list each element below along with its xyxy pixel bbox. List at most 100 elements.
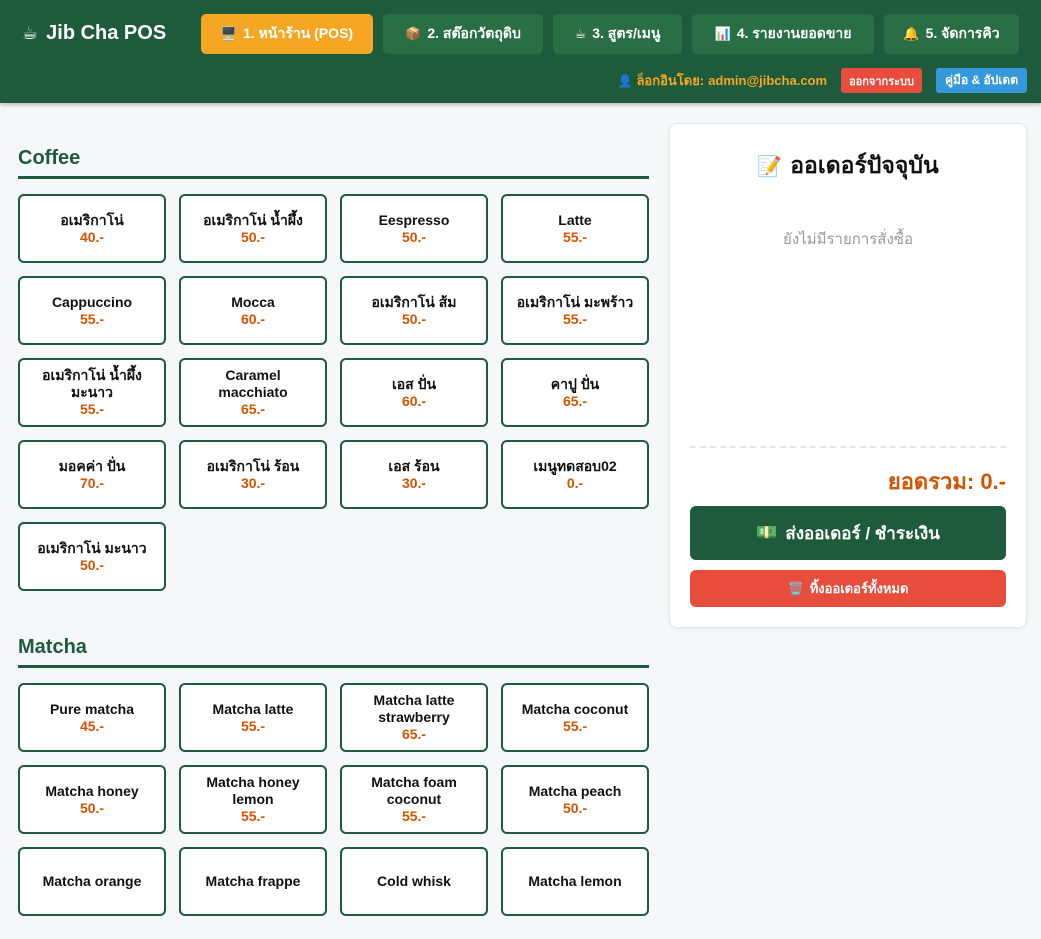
menu-item-price: 70.- bbox=[79, 474, 105, 491]
menu-item-name: อเมริกาโน่ น้ำผึ้ง มะนาว bbox=[42, 367, 142, 400]
brand[interactable]: ☕ Jib Cha POS bbox=[22, 22, 166, 45]
menu-area: Coffee อเมริกาโน่ 40.- อเมริกาโน่ น้ำผึ้ง 5… bbox=[18, 130, 649, 939]
menu-item-name: Matcha lemon bbox=[528, 873, 622, 889]
menu-item-name: อเมริกาโน่ มะนาว bbox=[37, 539, 147, 556]
menu-item-price: 0.- bbox=[566, 474, 584, 491]
menu-item-price: 55.- bbox=[79, 401, 105, 417]
menu-item-name: Matcha honey lemon bbox=[206, 774, 300, 807]
menu-item-card[interactable]: Matcha lemon bbox=[501, 847, 649, 916]
menu-item-card[interactable]: Matcha coconut 55.- bbox=[501, 683, 649, 752]
nav-pos[interactable]: 🖥️ 1. หน้าร้าน (POS) bbox=[201, 14, 373, 54]
menu-item-name: Matcha frappe bbox=[205, 873, 301, 889]
menu-item-price: 30.- bbox=[401, 474, 427, 491]
menu-item-price: 30.- bbox=[240, 474, 266, 491]
menu-item-price: 60.- bbox=[401, 392, 427, 409]
menu-item-card[interactable]: อเมริกาโน่ ร้อน 30.- bbox=[179, 440, 327, 509]
menu-item-card[interactable]: Matcha peach 50.- bbox=[501, 765, 649, 834]
menu-item-card[interactable]: อเมริกาโน่ ส้ม 50.- bbox=[340, 276, 488, 345]
menu-item-name: คาปู ปั่น bbox=[550, 375, 600, 392]
user-icon: 👤 bbox=[617, 73, 633, 88]
menu-item-card[interactable]: คาปู ปั่น 65.- bbox=[501, 358, 649, 427]
nav-label: 4. รายงานยอดขาย bbox=[736, 25, 852, 41]
brand-title: Jib Cha POS bbox=[46, 22, 167, 44]
menu-item-price: 65.- bbox=[240, 401, 266, 417]
menu-item-card[interactable]: Cold whisk bbox=[340, 847, 488, 916]
menu-item-card[interactable]: เมนูทดสอบ02 0.- bbox=[501, 440, 649, 509]
menu-item-name: Matcha coconut bbox=[521, 700, 629, 717]
menu-item-card[interactable]: Matcha frappe bbox=[179, 847, 327, 916]
menu-item-card[interactable]: อเมริกาโน่ มะพร้าว 55.- bbox=[501, 276, 649, 345]
nav-reports[interactable]: 📊 4. รายงานยอดขาย bbox=[692, 14, 874, 54]
menu-item-card[interactable]: เอส ร้อน 30.- bbox=[340, 440, 488, 509]
menu-item-name: Matcha foam coconut bbox=[371, 774, 457, 807]
bell-icon: 🔔 bbox=[903, 26, 920, 41]
order-total: ยอดรวม: 0.- bbox=[887, 469, 1006, 494]
top-navbar: ☕ Jib Cha POS 🖥️ 1. หน้าร้าน (POS) 📦 2. … bbox=[0, 0, 1041, 103]
menu-item-name: Caramel macchiato bbox=[218, 367, 288, 400]
menu-item-price: 55.- bbox=[562, 717, 588, 734]
coffee-icon: ☕ bbox=[574, 26, 587, 41]
menu-item-price: 40.- bbox=[79, 228, 105, 245]
menu-grid: อเมริกาโน่ 40.- อเมริกาโน่ น้ำผึ้ง 50.- Eesp… bbox=[18, 194, 649, 591]
menu-item-name: Latte bbox=[558, 211, 592, 228]
menu-item-card[interactable]: อเมริกาโน่ 40.- bbox=[18, 194, 166, 263]
menu-item-card[interactable]: อเมริกาโน่ มะนาว 50.- bbox=[18, 522, 166, 591]
divider bbox=[690, 446, 1006, 448]
money-icon: 💵 bbox=[756, 523, 778, 542]
menu-item-price: 55.- bbox=[562, 228, 588, 245]
logout-button[interactable]: ออกจากระบบ bbox=[841, 68, 922, 93]
menu-item-card[interactable]: Matcha honey 50.- bbox=[18, 765, 166, 834]
checkout-button[interactable]: 💵 ส่งออเดอร์ / ชำระเงิน bbox=[690, 506, 1006, 560]
menu-item-card[interactable]: อเมริกาโน่ น้ำผึ้ง มะนาว 55.- bbox=[18, 358, 166, 427]
menu-item-card[interactable]: Matcha honey lemon 55.- bbox=[179, 765, 327, 834]
trash-icon: 🗑️ bbox=[787, 580, 804, 596]
menu-item-price: 50.- bbox=[401, 310, 427, 327]
bar-chart-icon: 📊 bbox=[714, 26, 731, 41]
menu-item-name: เอส ร้อน bbox=[388, 457, 440, 474]
menu-item-card[interactable]: Eespresso 50.- bbox=[340, 194, 488, 263]
menu-item-card[interactable]: Cappuccino 55.- bbox=[18, 276, 166, 345]
menu-item-name: อเมริกาโน่ มะพร้าว bbox=[516, 293, 634, 310]
login-email: admin@jibcha.com bbox=[708, 73, 828, 88]
menu-item-card[interactable]: อเมริกาโน่ น้ำผึ้ง 50.- bbox=[179, 194, 327, 263]
menu-grid: Pure matcha 45.- Matcha latte 55.- Matcha la… bbox=[18, 683, 649, 916]
manual-button[interactable]: คู่มือ & อัปเดต bbox=[936, 68, 1027, 93]
nav-queue[interactable]: 🔔 5. จัดการคิว bbox=[884, 14, 1019, 54]
nav-recipes[interactable]: ☕ 3. สูตร/เมนู bbox=[553, 14, 682, 54]
menu-item-price: 55.- bbox=[562, 310, 588, 327]
category-section: Matcha Pure matcha 45.- Matcha latte 55.- Ma… bbox=[18, 619, 649, 916]
menu-item-name: อเมริกาโน่ น้ำผึ้ง bbox=[203, 211, 303, 228]
clear-label: ทิ้งออเดอร์ทั้งหมด bbox=[809, 581, 909, 596]
menu-item-card[interactable]: Matcha latte 55.- bbox=[179, 683, 327, 752]
nav-label: 5. จัดการคิว bbox=[925, 25, 1000, 41]
menu-item-name: Matcha latte strawberry bbox=[373, 692, 455, 725]
order-panel: 📝 ออเดอร์ปัจจุบัน ยังไม่มีรายการสั่งซื้อ… bbox=[669, 123, 1027, 628]
menu-item-card[interactable]: Latte 55.- bbox=[501, 194, 649, 263]
menu-item-card[interactable]: เอส ปั่น 60.- bbox=[340, 358, 488, 427]
category-title: Coffee bbox=[18, 130, 649, 179]
menu-item-price: 55.- bbox=[240, 808, 266, 824]
menu-item-name: มอคค่า ปั่น bbox=[58, 457, 126, 474]
menu-item-card[interactable]: Matcha orange bbox=[18, 847, 166, 916]
menu-item-name: Pure matcha bbox=[49, 700, 135, 717]
menu-item-name: Matcha orange bbox=[42, 873, 142, 889]
menu-item-price: 50.- bbox=[562, 799, 588, 816]
menu-item-card[interactable]: มอคค่า ปั่น 70.- bbox=[18, 440, 166, 509]
nav-stock[interactable]: 📦 2. สต๊อกวัตถุดิบ bbox=[383, 14, 543, 54]
checkout-label: ส่งออเดอร์ / ชำระเงิน bbox=[785, 523, 940, 543]
nav-label: 2. สต๊อกวัตถุดิบ bbox=[427, 25, 521, 41]
menu-item-price: 65.- bbox=[562, 392, 588, 409]
clear-order-button[interactable]: 🗑️ ทิ้งออเดอร์ทั้งหมด bbox=[690, 570, 1006, 607]
menu-item-name: Cold whisk bbox=[377, 873, 451, 889]
menu-item-card[interactable]: Mocca 60.- bbox=[179, 276, 327, 345]
menu-item-card[interactable]: Pure matcha 45.- bbox=[18, 683, 166, 752]
menu-item-name: Matcha latte bbox=[212, 700, 294, 717]
coffee-cup-icon: ☕ bbox=[22, 23, 39, 43]
menu-item-price: 50.- bbox=[240, 228, 266, 245]
menu-item-card[interactable]: Matcha foam coconut 55.- bbox=[340, 765, 488, 834]
menu-item-card[interactable]: Caramel macchiato 65.- bbox=[179, 358, 327, 427]
menu-item-name: Matcha peach bbox=[528, 782, 622, 799]
menu-item-name: อเมริกาโน่ ร้อน bbox=[206, 457, 300, 474]
menu-item-card[interactable]: Matcha latte strawberry 65.- bbox=[340, 683, 488, 752]
menu-item-name: เมนูทดสอบ02 bbox=[533, 457, 617, 474]
